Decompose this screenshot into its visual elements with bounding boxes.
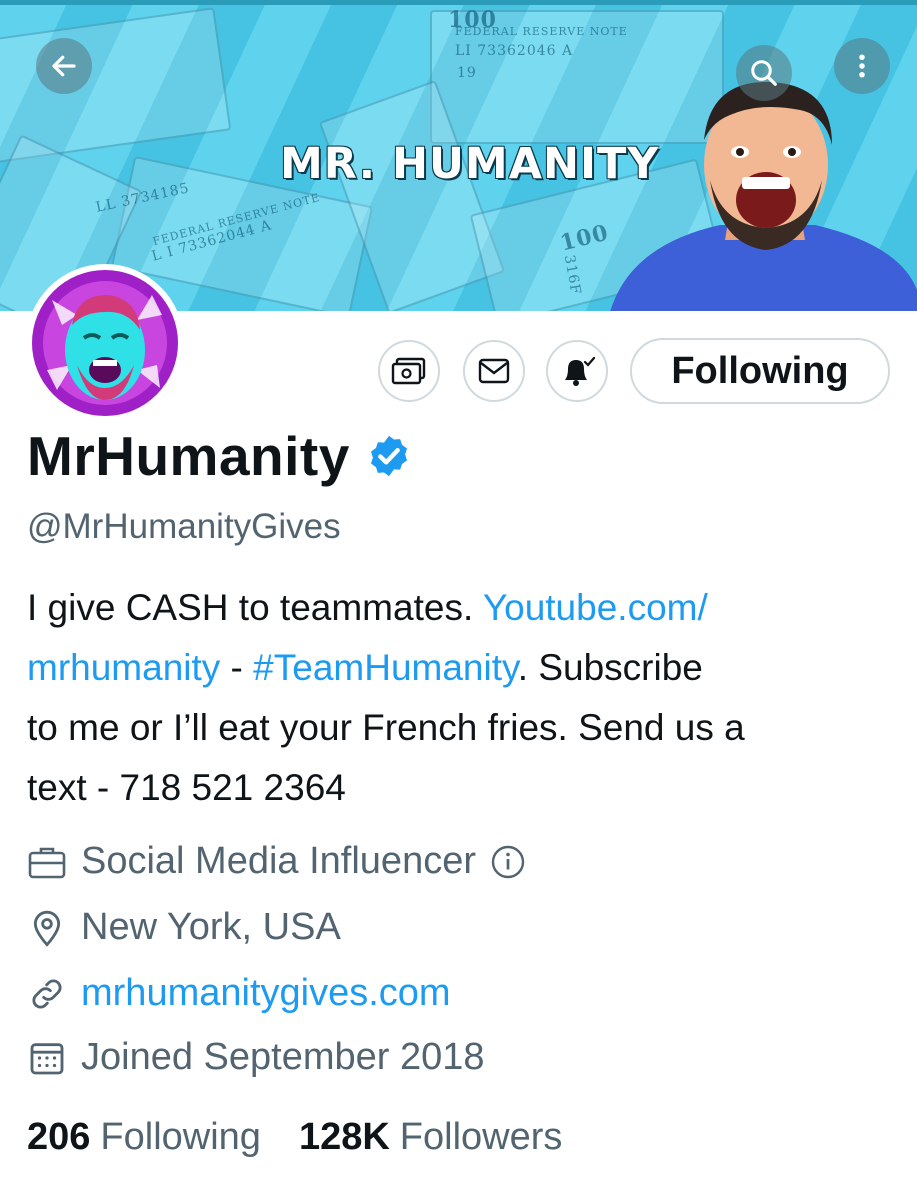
following-stat[interactable]: 206 Following — [27, 1116, 261, 1159]
back-button[interactable] — [36, 38, 92, 94]
profile-bio: I give CASH to teammates. Youtube.com/ m… — [27, 578, 897, 818]
profile-avatar[interactable] — [26, 264, 184, 422]
verified-badge-icon — [370, 435, 407, 477]
following-button[interactable]: Following — [630, 338, 890, 404]
profile-joined-row: Joined September 2018 — [27, 1036, 485, 1079]
profile-handle: @MrHumanityGives — [27, 507, 341, 546]
bell-check-icon — [565, 356, 595, 386]
profile-category: Social Media Influencer — [81, 840, 476, 882]
search-button[interactable] — [736, 45, 792, 101]
info-icon[interactable] — [490, 844, 526, 880]
notifications-button[interactable] — [546, 340, 608, 402]
briefcase-icon — [28, 847, 66, 878]
profile-website-link[interactable]: mrhumanitygives.com — [81, 972, 451, 1015]
profile-name: MrHumanity — [27, 425, 350, 487]
avatar-image — [32, 270, 178, 416]
link-icon — [32, 979, 62, 1008]
profile-website-row: mrhumanitygives.com — [27, 972, 451, 1015]
calendar-icon — [30, 1042, 64, 1074]
arrow-left-icon — [52, 55, 76, 77]
message-button[interactable] — [463, 340, 525, 402]
more-button[interactable] — [834, 38, 890, 94]
following-label: Following — [100, 1116, 261, 1158]
bill-label: 100 — [448, 7, 497, 33]
profile-name-row: MrHumanity — [27, 424, 412, 488]
profile-category-row: Social Media Influencer — [27, 840, 540, 883]
followers-stat[interactable]: 128K Followers — [299, 1116, 562, 1159]
bio-youtube-link[interactable]: Youtube.com/ — [483, 587, 708, 628]
profile-joined: Joined September 2018 — [81, 1036, 485, 1078]
more-vertical-icon — [859, 54, 865, 78]
followers-count: 128K — [298, 1116, 390, 1158]
profile-location-row: New York, USA — [27, 906, 341, 949]
location-pin-icon — [33, 910, 61, 947]
followers-label: Followers — [399, 1116, 563, 1158]
bill-serial: 19 — [457, 65, 477, 81]
money-icon — [391, 357, 426, 385]
bill-serial: LI 73362046 A — [455, 43, 574, 59]
following-count: 206 — [27, 1116, 91, 1158]
bio-text: - — [220, 647, 254, 688]
bio-text: text - 718 521 2364 — [27, 767, 346, 808]
bio-text: . Subscribe — [517, 647, 703, 688]
profile-banner[interactable]: LI 73362046 A LL 3734185 L I 73362044 A … — [0, 5, 917, 311]
search-icon — [751, 60, 777, 86]
bio-text: I give CASH to teammates. — [27, 587, 483, 628]
bio-youtube-link[interactable]: mrhumanity — [27, 647, 220, 688]
bio-text: to me or I’ll eat your French fries. Sen… — [27, 707, 745, 748]
profile-location: New York, USA — [81, 906, 341, 948]
profile-stats: 206 Following 128K Followers — [27, 1116, 600, 1159]
tip-button[interactable] — [378, 340, 440, 402]
bio-hashtag-link[interactable]: #TeamHumanity — [253, 647, 518, 688]
mail-icon — [478, 358, 510, 384]
